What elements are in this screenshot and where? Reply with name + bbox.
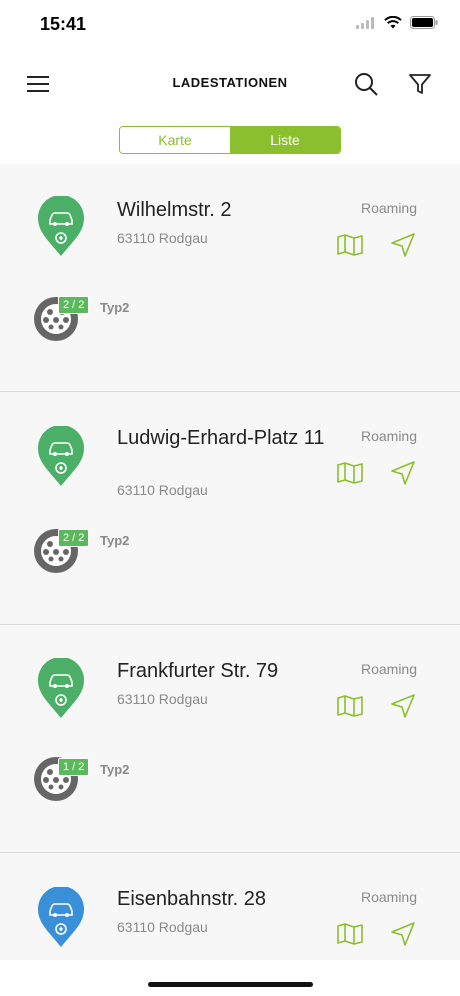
show-on-map-button[interactable]: [335, 919, 365, 949]
map-icon: [337, 462, 363, 484]
status-icons: [356, 16, 438, 29]
station-card[interactable]: Ludwig-Erhard-Platz 11 63110 Rodgau Roam…: [0, 392, 460, 625]
station-city: 63110 Rodgau: [117, 691, 208, 707]
station-list: Wilhelmstr. 2 63110 Rodgau Roaming 2 / 2…: [0, 164, 460, 960]
station-name: Frankfurter Str. 79: [117, 660, 279, 682]
connector-type: Typ2: [100, 300, 130, 315]
connector-type: Typ2: [100, 762, 130, 777]
station-pin-icon: [38, 426, 84, 486]
filter-icon: [409, 74, 431, 94]
station-card[interactable]: Frankfurter Str. 79 63110 Rodgau Roaming…: [0, 625, 460, 853]
navigate-button[interactable]: [388, 919, 418, 949]
roaming-label: Roaming: [360, 200, 417, 216]
station-city: 63110 Rodgau: [117, 482, 208, 498]
station-card[interactable]: Eisenbahnstr. 28 63110 Rodgau Roaming: [0, 853, 460, 960]
station-name: Eisenbahnstr. 28: [117, 888, 266, 910]
status-time: 15:41: [40, 14, 87, 34]
search-button[interactable]: [350, 68, 382, 100]
navigation-bar: LADESTATIONEN: [0, 58, 460, 108]
availability-badge: 2 / 2: [58, 296, 90, 314]
map-icon: [337, 923, 363, 945]
navigation-arrow-icon: [391, 694, 415, 718]
station-city: 63110 Rodgau: [117, 230, 208, 246]
roaming-label: Roaming: [360, 661, 417, 677]
view-toggle: Karte Liste: [119, 126, 341, 154]
filter-button[interactable]: [404, 68, 436, 100]
station-pin-icon: [38, 196, 84, 256]
home-indicator[interactable]: [148, 982, 313, 987]
tab-karte[interactable]: Karte: [120, 127, 230, 153]
navigation-arrow-icon: [391, 461, 415, 485]
map-icon: [337, 695, 363, 717]
status-bar: 15:41: [0, 0, 460, 50]
station-pin-icon: [38, 658, 84, 718]
station-name: Ludwig-Erhard-Platz 11: [117, 427, 325, 449]
availability-badge: 2 / 2: [58, 529, 90, 547]
navigate-button[interactable]: [388, 230, 418, 260]
navigation-arrow-icon: [391, 922, 415, 946]
show-on-map-button[interactable]: [335, 691, 365, 721]
show-on-map-button[interactable]: [335, 458, 365, 488]
navigate-button[interactable]: [388, 458, 418, 488]
signal-icon: [356, 16, 374, 29]
navigation-arrow-icon: [391, 233, 415, 257]
station-pin-icon: [38, 887, 84, 947]
tab-liste[interactable]: Liste: [230, 127, 340, 153]
availability-badge: 1 / 2: [58, 758, 90, 776]
station-name: Wilhelmstr. 2: [117, 199, 232, 221]
battery-icon: [410, 16, 438, 29]
station-city: 63110 Rodgau: [117, 919, 208, 935]
station-card[interactable]: Wilhelmstr. 2 63110 Rodgau Roaming 2 / 2…: [0, 164, 460, 392]
roaming-label: Roaming: [360, 428, 417, 444]
roaming-label: Roaming: [360, 889, 417, 905]
page-title: LADESTATIONEN: [172, 75, 288, 90]
wifi-icon: [384, 16, 402, 29]
search-icon: [355, 73, 378, 96]
connector-type: Typ2: [100, 533, 130, 548]
map-icon: [337, 234, 363, 256]
show-on-map-button[interactable]: [335, 230, 365, 260]
navigate-button[interactable]: [388, 691, 418, 721]
